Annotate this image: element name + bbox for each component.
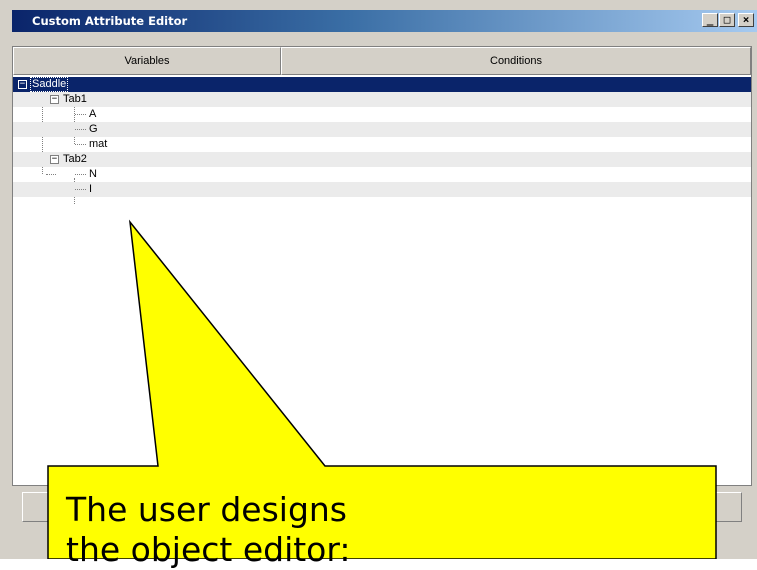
- callout-text: The user designs the object editor:: [66, 490, 351, 569]
- callout-bubble: [47, 219, 717, 559]
